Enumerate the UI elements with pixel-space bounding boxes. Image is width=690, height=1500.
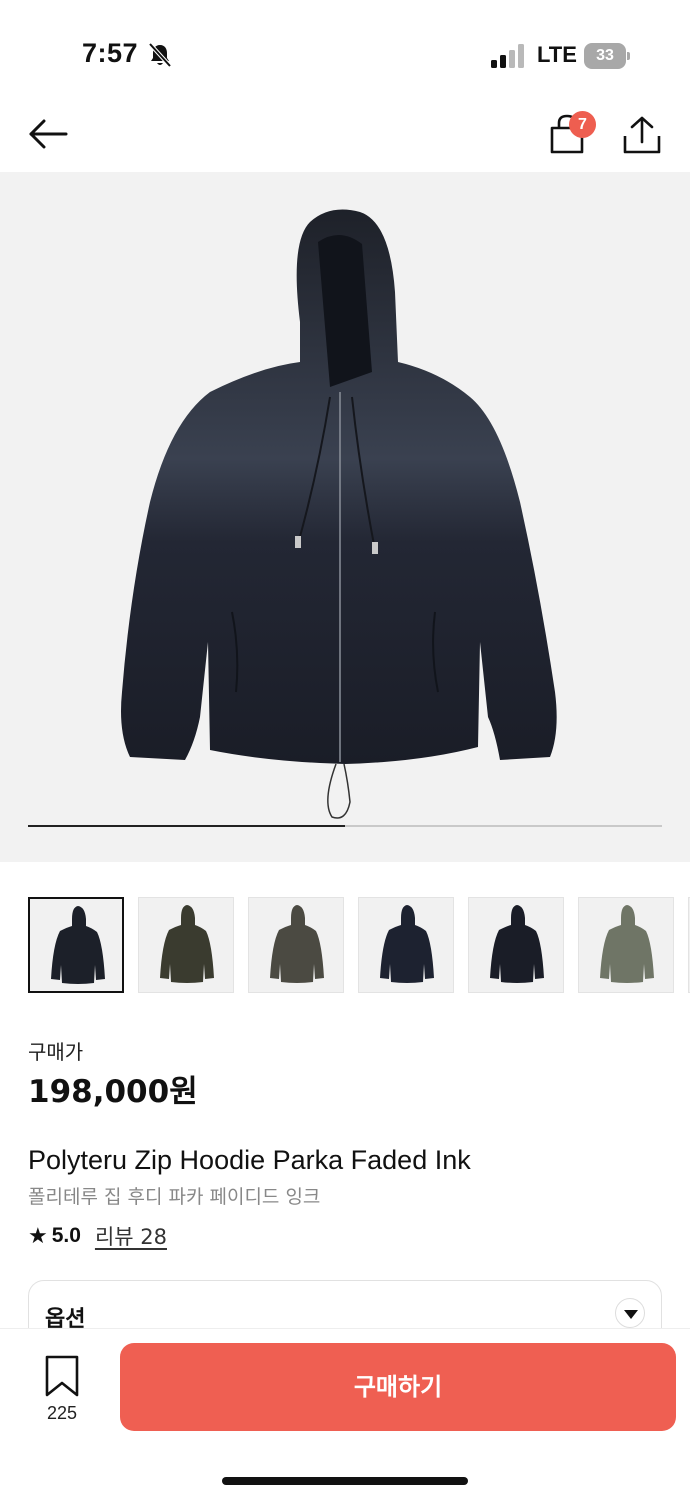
cart-badge: 7 — [569, 111, 596, 138]
bookmark-icon — [45, 1355, 79, 1397]
thumbnail[interactable] — [578, 897, 674, 993]
home-indicator — [222, 1477, 468, 1485]
product-name-en: Polyteru Zip Hoodie Parka Faded Ink — [28, 1145, 471, 1175]
hoodie-illustration — [121, 209, 557, 819]
star-icon: ★ — [28, 1223, 48, 1249]
thumbnail[interactable] — [468, 897, 564, 993]
bookmark-button[interactable]: 225 — [38, 1353, 86, 1433]
rating-row: ★ 5.0 리뷰 28 — [28, 1221, 167, 1251]
price: 198,000원 — [28, 1074, 198, 1110]
status-time: 7:57 — [82, 38, 139, 68]
battery-level: 33 — [596, 47, 614, 64]
network-type: LTE — [537, 42, 577, 67]
thumbnail[interactable] — [248, 897, 344, 993]
thumbnail[interactable] — [358, 897, 454, 993]
chevron-down-icon — [615, 1298, 645, 1328]
signal-icon — [491, 44, 524, 68]
bottom-bar: 225 구매하기 — [0, 1328, 690, 1500]
thumbnail[interactable] — [28, 897, 124, 993]
thumbnail[interactable] — [138, 897, 234, 993]
reviews-link[interactable]: 리뷰 28 — [95, 1221, 167, 1251]
price-label: 구매가 — [28, 1040, 84, 1064]
bookmark-count: 225 — [46, 1403, 78, 1423]
back-arrow-icon[interactable] — [26, 112, 70, 156]
bell-off-icon — [148, 42, 172, 68]
thumbnail-strip — [28, 897, 690, 993]
product-name-ko: 폴리테루 집 후디 파카 페이디드 잉크 — [28, 1186, 321, 1208]
gallery-progress-fill — [28, 825, 345, 827]
product-image[interactable] — [0, 172, 690, 862]
status-bar: 7:57 LTE 33 — [0, 0, 690, 100]
buy-button[interactable]: 구매하기 — [120, 1343, 676, 1431]
share-icon[interactable] — [622, 114, 662, 156]
rating-score: 5.0 — [51, 1224, 81, 1247]
gallery-progress — [28, 825, 662, 827]
battery-icon: 33 — [584, 43, 630, 69]
